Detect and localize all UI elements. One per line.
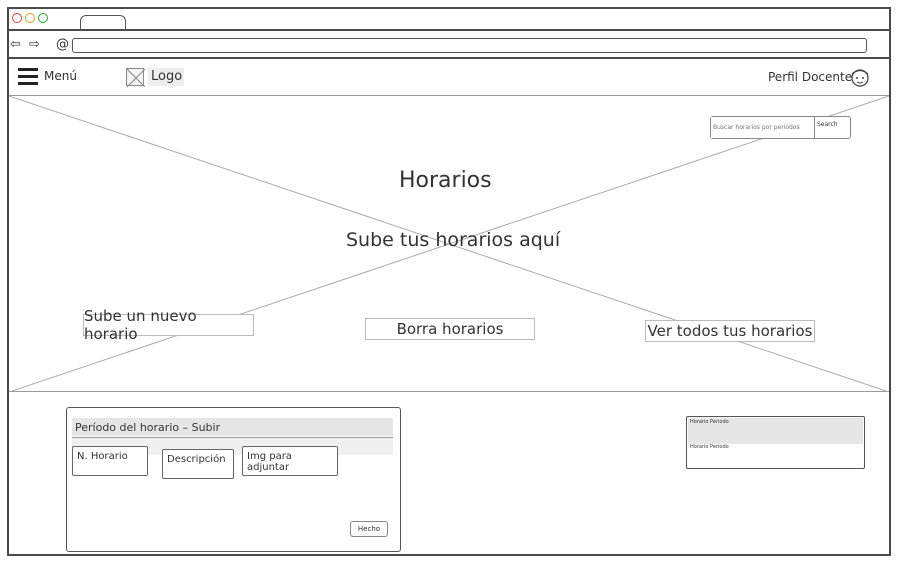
logo-image-icon	[126, 68, 145, 87]
forward-arrow-icon[interactable]: ⇨	[29, 38, 40, 51]
search-input[interactable]	[711, 117, 815, 138]
back-arrow-icon[interactable]: ⇦	[10, 38, 21, 51]
search-button[interactable]: Search	[817, 121, 838, 128]
url-input[interactable]	[72, 38, 867, 53]
page-subtitle: Sube tus horarios aquí	[346, 229, 561, 251]
profile-label[interactable]: Perfil Docente	[768, 70, 852, 84]
close-window-button[interactable]	[12, 13, 22, 23]
minimize-window-button[interactable]	[25, 13, 35, 23]
period-list-item[interactable]: Horario Periodo	[690, 444, 729, 450]
title-bar	[7, 7, 891, 31]
delete-schedules-button[interactable]: Borra horarios	[365, 318, 535, 340]
teacher-avatar-icon[interactable]	[849, 66, 871, 88]
reload-icon[interactable]: @	[56, 38, 69, 51]
view-all-schedules-button[interactable]: Ver todos tus horarios	[645, 320, 815, 342]
period-list-item[interactable]: Horario Periodo	[690, 419, 729, 425]
done-button[interactable]: Hecho	[350, 521, 388, 537]
page-title: Horarios	[399, 168, 492, 193]
upload-schedule-button[interactable]: Sube un nuevo horario	[83, 307, 254, 343]
hamburger-menu-icon[interactable]	[18, 68, 38, 85]
menu-label[interactable]: Menú	[44, 69, 77, 83]
schedule-number-field[interactable]: N. Horario	[72, 446, 148, 476]
logo-label[interactable]: Logo	[151, 69, 182, 84]
upload-card-header: Período del horario – Subir	[75, 421, 221, 434]
browser-tab[interactable]	[80, 15, 126, 29]
maximize-window-button[interactable]	[38, 13, 48, 23]
image-attachment-field[interactable]: Img para adjuntar	[242, 446, 338, 476]
description-field[interactable]: Descripción	[162, 449, 234, 479]
